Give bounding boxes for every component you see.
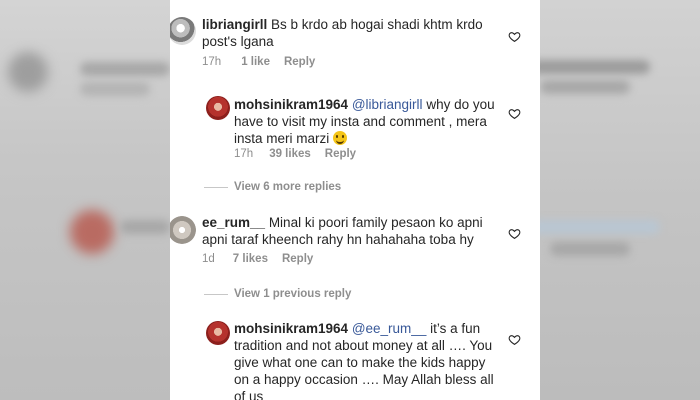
comment-body: mohsinikram1964 @ee_rum__ it’s a fun tra… — [234, 320, 500, 400]
comments-panel: libriangirll Bs b krdo ab hogai shadi kh… — [170, 0, 540, 400]
mention-link[interactable]: @libriangirll — [352, 97, 423, 112]
reply-button[interactable]: Reply — [325, 148, 356, 160]
heart-outline-icon[interactable] — [508, 30, 521, 43]
comment-item: libriangirll Bs b krdo ab hogai shadi kh… — [170, 0, 540, 80]
comment-body: ee_rum__ Minal ki poori family pesaon ko… — [202, 214, 502, 248]
divider — [204, 293, 228, 295]
comment-username[interactable]: mohsinikram1964 — [234, 97, 348, 112]
blurred-text — [530, 60, 650, 74]
mention-link[interactable]: @ee_rum__ — [352, 321, 427, 336]
comment-time[interactable]: 1d — [202, 253, 215, 265]
comment-likes[interactable]: 1 like — [241, 56, 270, 68]
comment-item: ee_rum__ Minal ki poori family pesaon ko… — [170, 206, 540, 276]
divider — [204, 186, 228, 188]
comment-likes[interactable]: 7 likes — [233, 253, 268, 265]
blurred-text — [530, 220, 660, 234]
grinning-face-emoji — [333, 131, 348, 145]
avatar[interactable] — [170, 216, 196, 244]
comment-meta: 17h 1 like Reply — [202, 56, 315, 68]
blurred-text — [80, 62, 170, 76]
comment-likes[interactable]: 39 likes — [269, 148, 311, 160]
comment-meta: 1d 7 likes Reply — [202, 253, 313, 265]
heart-outline-icon[interactable] — [508, 107, 521, 120]
comment-username[interactable]: mohsinikram1964 — [234, 321, 348, 336]
heart-outline-icon[interactable] — [508, 333, 521, 346]
avatar[interactable] — [206, 96, 230, 120]
comment-meta: 17h 39 likes Reply — [234, 148, 356, 160]
blurred-avatar — [8, 52, 48, 92]
view-more-replies-label: View 6 more replies — [234, 181, 342, 193]
heart-outline-icon[interactable] — [508, 227, 521, 240]
reply-item: mohsinikram1964 @libriangirll why do you… — [170, 88, 540, 168]
view-previous-reply-button[interactable]: View 1 previous reply — [204, 288, 351, 300]
avatar[interactable] — [170, 17, 196, 45]
comment-username[interactable]: libriangirll — [202, 17, 267, 32]
comment-username[interactable]: ee_rum__ — [202, 215, 265, 230]
blurred-text — [550, 242, 630, 256]
view-more-replies-button[interactable]: View 6 more replies — [204, 181, 341, 193]
blurred-text — [540, 80, 630, 94]
blurred-avatar — [70, 210, 114, 254]
comment-time[interactable]: 17h — [202, 56, 221, 68]
blurred-text — [120, 220, 170, 234]
avatar[interactable] — [206, 321, 230, 345]
blurred-background-left — [0, 0, 170, 400]
comment-body: mohsinikram1964 @libriangirll why do you… — [234, 96, 500, 147]
view-previous-reply-label: View 1 previous reply — [234, 288, 352, 300]
reply-item: mohsinikram1964 @ee_rum__ it’s a fun tra… — [170, 314, 540, 400]
comment-time[interactable]: 17h — [234, 148, 253, 160]
blurred-text — [80, 82, 150, 96]
reply-button[interactable]: Reply — [282, 253, 313, 265]
blurred-background-right — [530, 0, 700, 400]
reply-button[interactable]: Reply — [284, 56, 315, 68]
comment-body: libriangirll Bs b krdo ab hogai shadi kh… — [202, 16, 502, 50]
